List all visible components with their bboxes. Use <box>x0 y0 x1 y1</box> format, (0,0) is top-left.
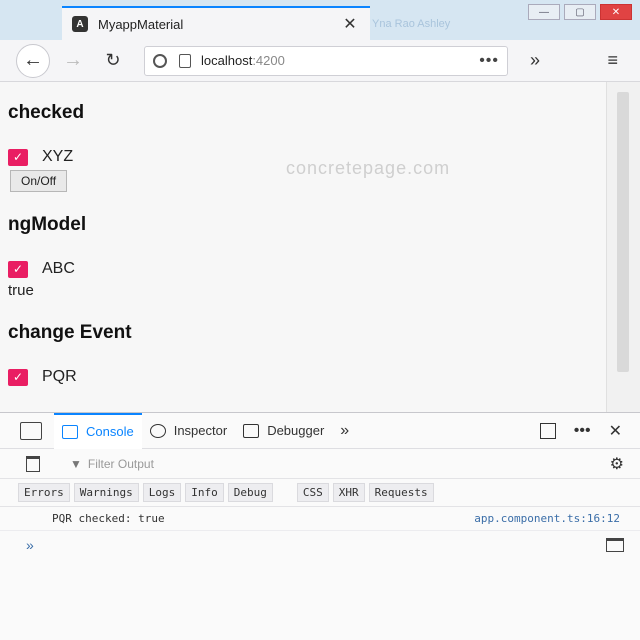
chip-warnings[interactable]: Warnings <box>73 483 139 502</box>
angular-icon: A <box>72 16 88 32</box>
tab-inspector[interactable]: Inspector <box>142 413 235 449</box>
hamburger-menu-icon[interactable]: ≡ <box>607 50 618 71</box>
tab-label: Debugger <box>267 423 325 438</box>
window-close-button[interactable]: ✕ <box>600 4 632 20</box>
heading-checked: checked <box>8 102 85 123</box>
url-bar[interactable]: localhost :4200 ••• <box>144 45 508 76</box>
chip-logs[interactable]: Logs <box>142 483 182 502</box>
devtools-overflow-icon[interactable]: » <box>340 422 349 440</box>
clear-console-icon[interactable] <box>26 455 40 472</box>
tab-debugger[interactable]: Debugger <box>235 413 332 449</box>
devtools-panel: Console Inspector Debugger » ••• ✕ ▼ Fil… <box>0 412 640 640</box>
checkbox-label[interactable]: ABC <box>42 260 75 278</box>
dock-icon[interactable] <box>539 422 556 439</box>
back-button[interactable]: ← <box>16 43 50 78</box>
minimize-button[interactable]: — <box>528 4 560 20</box>
tab-console[interactable]: Console <box>54 412 142 449</box>
split-console-icon[interactable] <box>606 538 624 552</box>
checkbox-label[interactable]: PQR <box>42 368 77 386</box>
page-info-icon[interactable] <box>179 53 191 68</box>
tab-close-icon[interactable]: ✕ <box>340 14 360 34</box>
checkbox-pqr[interactable]: ✓ PQR <box>8 368 77 386</box>
chip-errors[interactable]: Errors <box>18 483 70 502</box>
maximize-button[interactable]: ▢ <box>564 4 596 20</box>
heading-ngmodel: ngModel <box>8 214 87 235</box>
toolbar-overflow-icon[interactable]: » <box>530 50 540 71</box>
ngmodel-value: true <box>8 282 34 299</box>
page-actions-icon[interactable]: ••• <box>479 52 499 70</box>
console-prompt-icon: » <box>26 537 34 553</box>
checkbox-checked-icon[interactable]: ✓ <box>8 368 28 386</box>
chip-info[interactable]: Info <box>185 483 224 502</box>
url-port: :4200 <box>252 53 285 68</box>
checkbox-checked-icon[interactable]: ✓ <box>8 148 28 166</box>
filter-output-input[interactable]: Filter Output <box>88 457 154 471</box>
background-tab-text: Yna Rao Ashley <box>372 18 451 30</box>
gear-icon[interactable]: ⚙ <box>610 454 624 474</box>
on-off-button[interactable]: On/Off <box>10 170 68 192</box>
forward-button[interactable]: → <box>56 44 90 78</box>
console-icon <box>62 424 78 439</box>
chip-debug[interactable]: Debug <box>227 483 273 502</box>
devtools-close-icon[interactable]: ✕ <box>609 421 622 441</box>
checkbox-label[interactable]: XYZ <box>42 148 73 166</box>
console-message-text: PQR checked: true <box>52 512 165 525</box>
checkbox-xyz[interactable]: ✓ XYZ <box>8 148 73 166</box>
console-message-source-link[interactable]: app.component.ts:16:12 <box>474 512 620 525</box>
title-bar: A MyappMaterial ✕ Yna Rao Ashley — ▢ ✕ <box>0 0 640 40</box>
chip-xhr[interactable]: XHR <box>332 483 365 502</box>
checkbox-checked-icon[interactable]: ✓ <box>8 260 28 278</box>
window-controls: — ▢ ✕ <box>528 4 632 20</box>
devtools-toolbar: Console Inspector Debugger » ••• ✕ <box>0 412 640 449</box>
reload-button[interactable]: ↻ <box>96 44 130 78</box>
tracking-protection-icon[interactable] <box>153 53 167 68</box>
tab-label: Console <box>86 424 134 439</box>
element-picker-icon[interactable] <box>20 421 42 440</box>
chip-css[interactable]: CSS <box>296 483 329 502</box>
console-filter-bar: ▼ Filter Output ⚙ <box>0 449 640 479</box>
tab-label: Inspector <box>173 423 228 438</box>
filter-icon: ▼ <box>70 456 82 471</box>
watermark: concretepage.com <box>286 158 451 178</box>
console-input-row[interactable]: » <box>0 531 640 559</box>
chip-requests[interactable]: Requests <box>368 483 434 502</box>
navigation-bar: ← → ↻ localhost :4200 ••• » ≡ <box>0 40 640 82</box>
console-message-row: PQR checked: true app.component.ts:16:12 <box>0 507 640 531</box>
page-scrollbar[interactable] <box>606 82 640 412</box>
checkbox-abc[interactable]: ✓ ABC <box>8 260 75 278</box>
scrollbar-thumb[interactable] <box>617 92 629 372</box>
devtools-window-controls: ••• ✕ <box>539 421 622 441</box>
browser-tab[interactable]: A MyappMaterial ✕ <box>62 6 370 40</box>
heading-change-event: change Event <box>8 322 132 343</box>
inspector-icon <box>149 423 166 438</box>
url-host: localhost <box>201 53 253 68</box>
devtools-more-icon[interactable]: ••• <box>574 422 591 440</box>
tab-title: MyappMaterial <box>98 16 184 32</box>
debugger-icon <box>243 423 260 438</box>
console-filter-chips: Errors Warnings Logs Info Debug CSS XHR … <box>0 479 640 507</box>
page-content: concretepage.com checked ✓ XYZ On/Off ng… <box>0 82 606 412</box>
